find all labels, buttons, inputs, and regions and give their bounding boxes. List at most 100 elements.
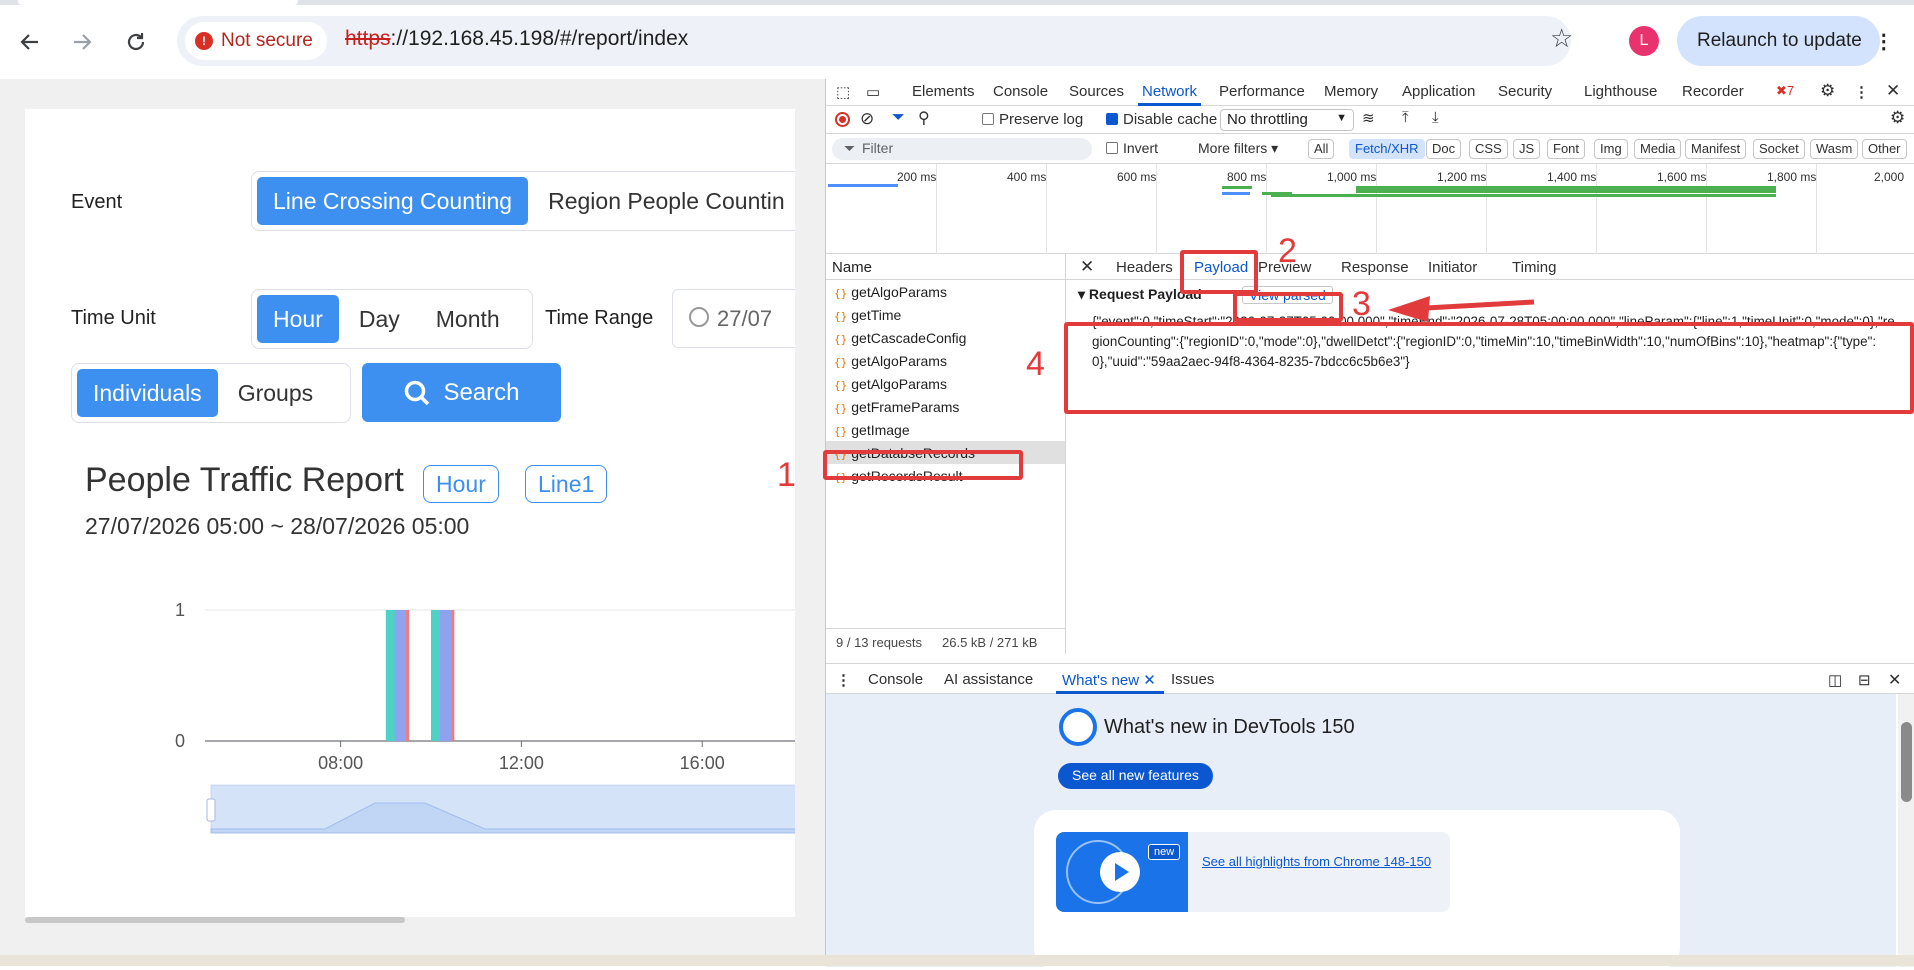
chip-fetch-xhr[interactable]: Fetch/XHR (1349, 139, 1425, 159)
not-secure-chip[interactable]: ! Not secure (185, 22, 327, 60)
disable-cache-checkbox[interactable]: Disable cache (1106, 111, 1217, 128)
close-drawer-icon[interactable]: ✕ (1888, 670, 1901, 690)
network-conditions-icon[interactable]: ≋ (1362, 109, 1375, 127)
request-row[interactable]: {} getFrameParams (826, 395, 1065, 418)
import-har-icon[interactable]: ⤒ (1402, 109, 1409, 126)
tab-security[interactable]: Security (1498, 83, 1552, 100)
settings-gear-icon[interactable]: ⚙ (1820, 81, 1835, 101)
reload-icon[interactable] (116, 22, 156, 62)
throttling-value: No throttling (1227, 111, 1308, 128)
tab-console[interactable]: Console (993, 83, 1048, 100)
mode-individuals[interactable]: Individuals (77, 369, 218, 417)
tab-application[interactable]: Application (1402, 83, 1475, 100)
close-detail-icon[interactable]: ✕ (1080, 257, 1094, 277)
chip-wasm[interactable]: Wasm (1810, 139, 1859, 159)
active-tab[interactable] (18, 0, 298, 5)
tab-performance[interactable]: Performance (1219, 83, 1305, 100)
mode-groups[interactable]: Groups (222, 369, 329, 417)
filter-input[interactable]: ⏷ Filter (832, 138, 1092, 160)
vertical-scrollbar[interactable] (1898, 694, 1914, 967)
chip-doc[interactable]: Doc (1426, 139, 1462, 159)
profile-avatar[interactable]: L (1629, 26, 1659, 56)
highlight-box-payload-tab (1180, 250, 1258, 294)
transfer-size: 26.5 kB / 271 kB (942, 635, 1038, 650)
chip-font[interactable]: Font (1547, 139, 1586, 159)
time-unit-month[interactable]: Month (420, 295, 516, 343)
export-har-icon[interactable]: ⤓ (1432, 109, 1439, 126)
detail-tab-timing[interactable]: Timing (1512, 259, 1556, 276)
tab-sources[interactable]: Sources (1069, 83, 1124, 100)
network-overview-timeline[interactable]: 200 ms 400 ms 600 ms 800 ms 1,000 ms 1,2… (826, 164, 1914, 254)
chip-js[interactable]: JS (1513, 139, 1541, 159)
detail-tab-initiator[interactable]: Initiator (1428, 259, 1477, 276)
tab-memory[interactable]: Memory (1324, 83, 1378, 100)
inspect-icon[interactable]: ⬚ (836, 83, 850, 101)
drawer-menu-icon[interactable]: ⋮ (836, 671, 851, 689)
highlight-item[interactable]: new See all highlights from Chrome 148-1… (1056, 832, 1450, 912)
new-badge: new (1148, 844, 1181, 860)
play-icon[interactable] (1100, 852, 1140, 892)
see-all-features-button[interactable]: See all new features (1058, 763, 1213, 789)
chip-socket[interactable]: Socket (1753, 139, 1805, 159)
relaunch-button[interactable]: Relaunch to update ⋮ (1677, 16, 1894, 66)
drawer-tab-whats-new[interactable]: What's new ✕ (1062, 671, 1156, 689)
time-range-input[interactable]: 27/07 (672, 289, 795, 348)
preserve-log-checkbox[interactable]: Preserve log (982, 111, 1083, 128)
horizontal-scrollbar[interactable] (25, 917, 405, 923)
throttling-select[interactable]: No throttling ▼ (1220, 109, 1354, 131)
drawer-tab-console[interactable]: Console (868, 671, 923, 688)
dropdown-arrow-icon: ▼ (1336, 112, 1347, 124)
more-filters-dropdown[interactable]: More filters ▾ (1198, 140, 1278, 157)
event-option-line-crossing[interactable]: Line Crossing Counting (257, 177, 529, 225)
chip-css[interactable]: CSS (1469, 139, 1508, 159)
close-devtools-icon[interactable]: ✕ (1886, 81, 1900, 101)
forward-icon[interactable] (62, 22, 102, 62)
drawer-expand-icon[interactable]: ⊟ (1858, 671, 1871, 689)
request-name: getImage (851, 422, 910, 438)
url-scheme: https (345, 27, 391, 50)
tab-elements[interactable]: Elements (912, 83, 975, 100)
time-range-value: 27/07 (717, 305, 773, 331)
filter-funnel-icon[interactable]: ⏷ (892, 109, 905, 127)
close-tab-icon[interactable]: ✕ (1143, 672, 1156, 689)
video-thumbnail[interactable]: new (1056, 832, 1188, 912)
bookmark-star-icon[interactable]: ☆ (1550, 24, 1573, 54)
dock-side-icon[interactable]: ◫ (1828, 671, 1842, 689)
tab-lighthouse[interactable]: Lighthouse (1584, 83, 1657, 100)
address-bar[interactable]: ! Not secure https://192.168.45.198/#/re… (177, 16, 1571, 66)
request-row[interactable]: {} getAlgoParams (826, 280, 1065, 303)
more-vert-icon: ⋮ (1873, 30, 1894, 53)
request-row[interactable]: {} getImage (826, 418, 1065, 441)
drawer-tab-issues[interactable]: Issues (1171, 671, 1214, 688)
search-button[interactable]: Search (362, 363, 561, 422)
tab-network[interactable]: Network (1137, 83, 1202, 106)
error-count-badge[interactable]: ✖7 (1776, 83, 1794, 99)
time-unit-day[interactable]: Day (343, 295, 416, 343)
clear-icon[interactable]: ⊘ (860, 109, 874, 129)
url-text[interactable]: https://192.168.45.198/#/report/index (345, 27, 688, 51)
network-settings-icon[interactable]: ⚙ (1890, 108, 1905, 128)
record-icon[interactable] (835, 112, 850, 127)
request-summary: 9 / 13 requests 26.5 kB / 271 kB (826, 628, 1065, 654)
chip-other[interactable]: Other (1862, 139, 1907, 159)
time-unit-hour[interactable]: Hour (257, 295, 339, 343)
ov-tick: 400 ms (1007, 170, 1047, 184)
highlights-link[interactable]: See all highlights from Chrome 148-150 (1202, 854, 1431, 869)
more-options-icon[interactable]: ⋮ (1854, 83, 1869, 101)
chip-all[interactable]: All (1308, 139, 1335, 159)
back-icon[interactable] (10, 22, 50, 62)
chip-manifest[interactable]: Manifest (1685, 139, 1747, 159)
search-network-icon[interactable]: ⚲ (918, 108, 930, 128)
request-row[interactable]: {} getTime (826, 303, 1065, 326)
detail-tab-headers[interactable]: Headers (1116, 259, 1173, 276)
drawer-tab-ai-assistance[interactable]: AI assistance (944, 671, 1033, 688)
invert-checkbox[interactable]: Invert (1106, 140, 1158, 156)
detail-tab-response[interactable]: Response (1341, 259, 1409, 276)
chip-img[interactable]: Img (1594, 139, 1628, 159)
tab-recorder[interactable]: Recorder (1682, 83, 1744, 100)
browser-toolbar: ! Not secure https://192.168.45.198/#/re… (0, 0, 1914, 79)
chip-media[interactable]: Media (1634, 139, 1682, 159)
name-column-header[interactable]: Name (826, 254, 1066, 280)
event-option-region-people[interactable]: Region People Countin (532, 177, 795, 225)
device-toggle-icon[interactable]: ▭ (866, 83, 880, 101)
